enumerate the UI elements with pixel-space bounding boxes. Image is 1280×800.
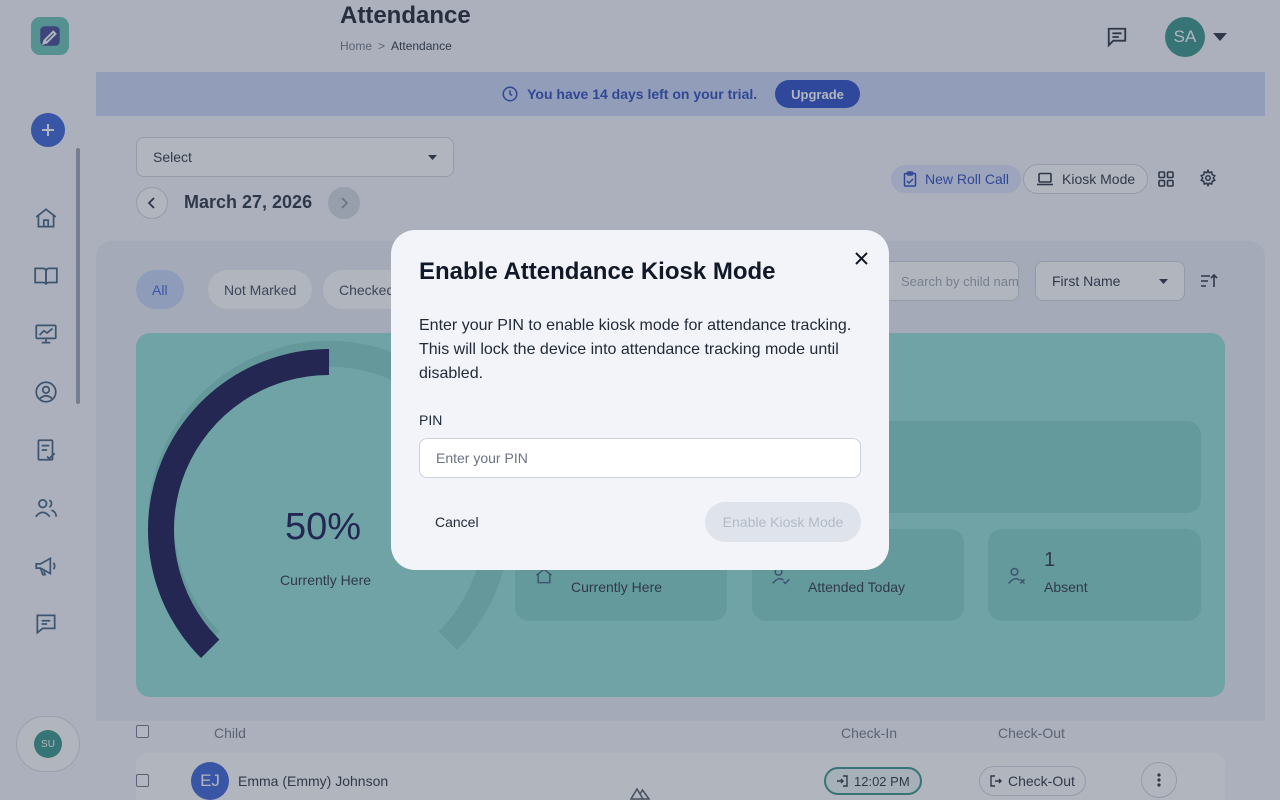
- pin-input[interactable]: [419, 438, 861, 478]
- cancel-button[interactable]: Cancel: [419, 502, 495, 542]
- close-icon: [854, 251, 868, 265]
- dialog-description: Enter your PIN to enable kiosk mode for …: [419, 317, 852, 382]
- pin-label: PIN: [419, 412, 443, 428]
- dialog-close-button[interactable]: [849, 246, 873, 270]
- enable-kiosk-mode-button[interactable]: Enable Kiosk Mode: [705, 502, 861, 542]
- dialog-title: Enable Attendance Kiosk Mode: [419, 258, 776, 285]
- app-root: SU Attendance Home > Attendance SA You h…: [0, 0, 1280, 800]
- kiosk-mode-dialog: Enable Attendance Kiosk Mode Enter your …: [391, 230, 889, 570]
